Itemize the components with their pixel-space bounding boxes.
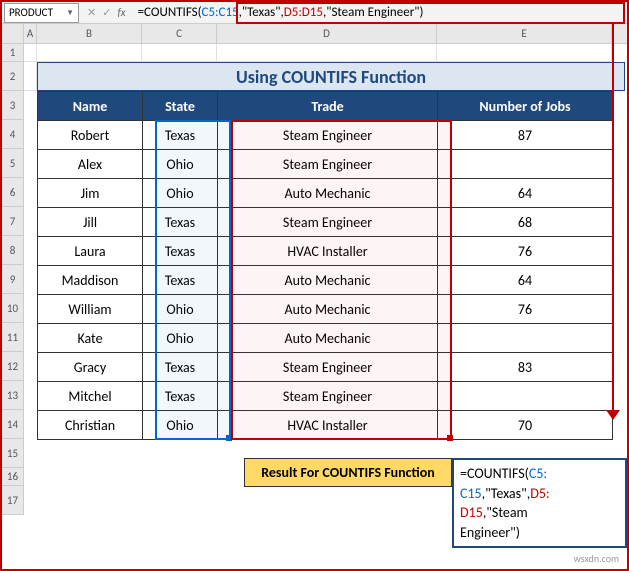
header-state[interactable]: State [143,92,218,121]
row-header[interactable]: 11 [2,323,23,352]
row-header[interactable]: 15 [2,439,23,468]
row-header[interactable]: 3 [2,91,23,120]
row-header[interactable]: 13 [2,381,23,410]
table-row: LauraTexasHVAC Installer76 [38,237,613,266]
name-box-value: PRODUCT [9,6,53,19]
table-row: MitchelTexasSteam Engineer [38,382,613,411]
col-header-E[interactable]: E [437,24,612,43]
col-header-B[interactable]: B [37,24,142,43]
row-header[interactable]: 6 [2,178,23,207]
table-row: AlexOhioSteam Engineer [38,150,613,179]
table-row: MaddisonTexasAuto Mechanic64 [38,266,613,295]
row-header[interactable]: 10 [2,294,23,323]
row-headers: 1 2 3 4 5 6 7 8 9 10 11 12 13 14 15 16 1… [2,44,24,515]
formula-bar: PRODUCT ▼ ✕ ✓ fx =COUNTIFS(C5:C15,"Texas… [2,2,627,24]
table-row: ChristianOhioHVAC Installer70 [38,411,613,440]
header-trade[interactable]: Trade [218,92,438,121]
col-header-C[interactable]: C [142,24,217,43]
table-row: JillTexasSteam Engineer68 [38,208,613,237]
row-header[interactable]: 4 [2,120,23,149]
row-header[interactable]: 2 [2,62,23,91]
header-jobs[interactable]: Number of Jobs [438,92,613,121]
row-header[interactable]: 12 [2,352,23,381]
row-header[interactable]: 5 [2,149,23,178]
sheet-body: 1 2 3 4 5 6 7 8 9 10 11 12 13 14 15 16 1… [2,44,627,515]
table-row: WilliamOhioAuto Mechanic76 [38,295,613,324]
row-header[interactable]: 1 [2,44,23,62]
formula-bar-buttons: ✕ ✓ fx [79,6,134,19]
table-header-row: Name State Trade Number of Jobs [38,92,613,121]
table-row: GracyTexasSteam Engineer83 [38,353,613,382]
name-box-dropdown-icon[interactable]: ▼ [66,8,74,18]
data-table: Name State Trade Number of Jobs RobertTe… [37,91,613,440]
title-row: Using COUNTIFS Function [24,62,625,91]
grid-area[interactable]: Using COUNTIFS Function Name State Trade… [24,44,625,515]
annotation-arrow-head-icon [606,410,620,420]
accept-icon[interactable]: ✓ [102,6,111,19]
col-header-D[interactable]: D [217,24,437,43]
table-row: RobertTexasSteam Engineer87 [38,121,613,150]
row-header[interactable]: 17 [2,486,23,515]
col-header-A[interactable]: A [24,24,37,43]
row-header[interactable]: 16 [2,468,23,486]
row-header[interactable]: 8 [2,236,23,265]
watermark: wsxdn.com [574,552,619,565]
cancel-icon[interactable]: ✕ [87,6,96,19]
fx-icon[interactable]: fx [117,6,125,19]
row-header[interactable]: 7 [2,207,23,236]
title-cell[interactable]: Using COUNTIFS Function [37,62,625,91]
annotation-arrow-line [612,24,614,416]
active-cell-e17[interactable]: =COUNTIFS(C5: C15,"Texas",D5: D15,"Steam… [452,458,627,548]
name-box[interactable]: PRODUCT ▼ [4,3,79,23]
header-name[interactable]: Name [38,92,143,121]
row-header[interactable]: 14 [2,410,23,439]
row-header[interactable]: 9 [2,265,23,294]
select-all-corner[interactable] [2,24,24,43]
table-row: KateOhioAuto Mechanic [38,324,613,353]
column-headers: A B C D E [2,24,627,44]
result-label-cell[interactable]: Result For COUNTIFS Function [244,458,452,487]
table-row: JimOhioAuto Mechanic64 [38,179,613,208]
formula-input[interactable]: =COUNTIFS(C5:C15,"Texas",D5:D15,"Steam E… [134,5,627,20]
